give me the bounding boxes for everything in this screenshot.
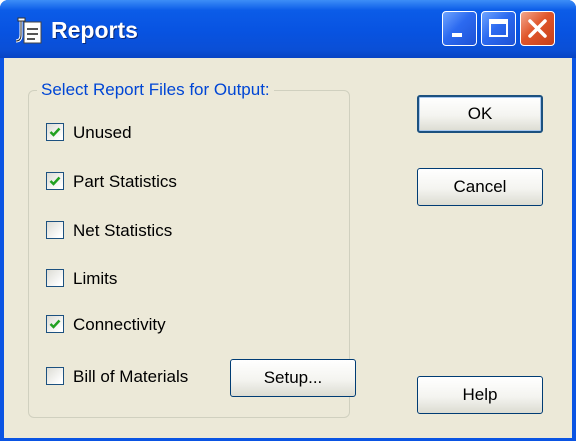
checkbox-label: Limits [73, 269, 118, 288]
setup-button[interactable]: Setup... [230, 359, 356, 397]
group-title: Select Report Files for Output: [37, 78, 274, 102]
minimize-icon [443, 32, 476, 49]
checkbox-box[interactable] [46, 221, 64, 239]
checkbox-label: Part Statistics [73, 172, 177, 191]
dialog-body: Select Report Files for Output: Unused P… [4, 58, 572, 438]
close-button[interactable] [520, 11, 555, 46]
checkbox-box[interactable] [46, 367, 64, 385]
maximize-icon [482, 19, 515, 49]
cancel-button[interactable]: Cancel [417, 168, 543, 206]
window-title: Reports [51, 17, 138, 43]
application-icon [15, 17, 43, 45]
checkbox-label: Bill of Materials [73, 367, 189, 386]
checkbox-box[interactable] [46, 269, 64, 287]
checkbox-box[interactable] [46, 315, 64, 333]
ok-button[interactable]: OK [417, 95, 543, 133]
checkbox-label: Connectivity [73, 315, 166, 334]
checkbox-box[interactable] [46, 123, 64, 141]
reports-dialog: Reports Select Report Files for Output: … [0, 0, 576, 441]
checkbox-box[interactable] [46, 172, 64, 190]
help-button[interactable]: Help [417, 376, 543, 414]
maximize-button[interactable] [481, 11, 516, 46]
checkbox-label: Net Statistics [73, 221, 173, 240]
title-bar[interactable]: Reports [0, 0, 576, 58]
minimize-button[interactable] [442, 11, 477, 46]
close-icon [521, 19, 554, 49]
checkbox-label: Unused [73, 123, 132, 142]
